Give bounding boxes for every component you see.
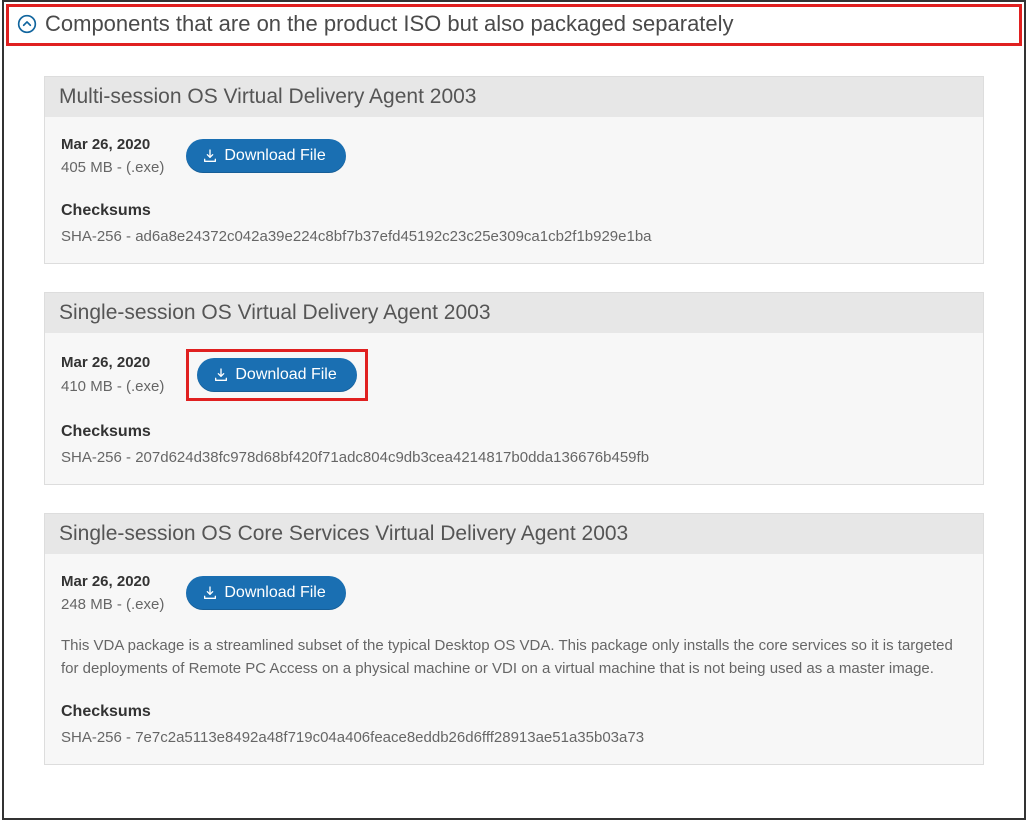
download-button-label: Download File bbox=[235, 366, 336, 384]
release-date: Mar 26, 2020 bbox=[61, 351, 164, 374]
checksums-heading: Checksums bbox=[61, 703, 967, 721]
section-header[interactable]: Components that are on the product ISO b… bbox=[6, 4, 1022, 46]
meta-row: Mar 26, 2020 410 MB - (.exe) Download Fi… bbox=[61, 349, 967, 401]
download-button-label: Download File bbox=[224, 147, 325, 165]
card-description: This VDA package is a streamlined subset… bbox=[61, 634, 967, 681]
download-button-label: Download File bbox=[224, 584, 325, 602]
file-size: 405 MB - (.exe) bbox=[61, 156, 164, 179]
meta-col: Mar 26, 2020 410 MB - (.exe) bbox=[61, 351, 164, 398]
release-date: Mar 26, 2020 bbox=[61, 133, 164, 156]
card-list: Multi-session OS Virtual Delivery Agent … bbox=[4, 76, 1024, 818]
download-icon bbox=[213, 367, 229, 383]
download-icon bbox=[202, 148, 218, 164]
card-title: Single-session OS Virtual Delivery Agent… bbox=[45, 293, 983, 333]
download-button[interactable]: Download File bbox=[186, 576, 345, 610]
card-body: Mar 26, 2020 405 MB - (.exe) Download Fi… bbox=[45, 117, 983, 263]
download-icon bbox=[202, 585, 218, 601]
download-card: Single-session OS Core Services Virtual … bbox=[44, 513, 984, 765]
download-button[interactable]: Download File bbox=[197, 358, 356, 392]
checksums-heading: Checksums bbox=[61, 423, 967, 441]
card-body: Mar 26, 2020 410 MB - (.exe) Download Fi… bbox=[45, 333, 983, 484]
meta-row: Mar 26, 2020 405 MB - (.exe) Download Fi… bbox=[61, 133, 967, 180]
meta-col: Mar 26, 2020 248 MB - (.exe) bbox=[61, 570, 164, 617]
file-size: 410 MB - (.exe) bbox=[61, 375, 164, 398]
meta-col: Mar 26, 2020 405 MB - (.exe) bbox=[61, 133, 164, 180]
file-size: 248 MB - (.exe) bbox=[61, 593, 164, 616]
checksum-value: SHA-256 - 7e7c2a5113e8492a48f719c04a406f… bbox=[61, 729, 967, 746]
download-card: Single-session OS Virtual Delivery Agent… bbox=[44, 292, 984, 485]
checksum-value: SHA-256 - 207d624d38fc978d68bf420f71adc8… bbox=[61, 449, 967, 466]
card-title: Multi-session OS Virtual Delivery Agent … bbox=[45, 77, 983, 117]
release-date: Mar 26, 2020 bbox=[61, 570, 164, 593]
chevron-up-circle-icon bbox=[17, 14, 37, 34]
download-button-wrap: Download File bbox=[186, 576, 345, 610]
meta-row: Mar 26, 2020 248 MB - (.exe) Download Fi… bbox=[61, 570, 967, 617]
checksums-heading: Checksums bbox=[61, 202, 967, 220]
download-card: Multi-session OS Virtual Delivery Agent … bbox=[44, 76, 984, 264]
card-title: Single-session OS Core Services Virtual … bbox=[45, 514, 983, 554]
download-button[interactable]: Download File bbox=[186, 139, 345, 173]
download-button-wrap-highlighted: Download File bbox=[186, 349, 367, 401]
card-body: Mar 26, 2020 248 MB - (.exe) Download Fi… bbox=[45, 554, 983, 764]
checksum-value: SHA-256 - ad6a8e24372c042a39e224c8bf7b37… bbox=[61, 228, 967, 245]
download-button-wrap: Download File bbox=[186, 139, 345, 173]
section-title: Components that are on the product ISO b… bbox=[45, 11, 734, 37]
page-frame: Components that are on the product ISO b… bbox=[2, 0, 1026, 820]
